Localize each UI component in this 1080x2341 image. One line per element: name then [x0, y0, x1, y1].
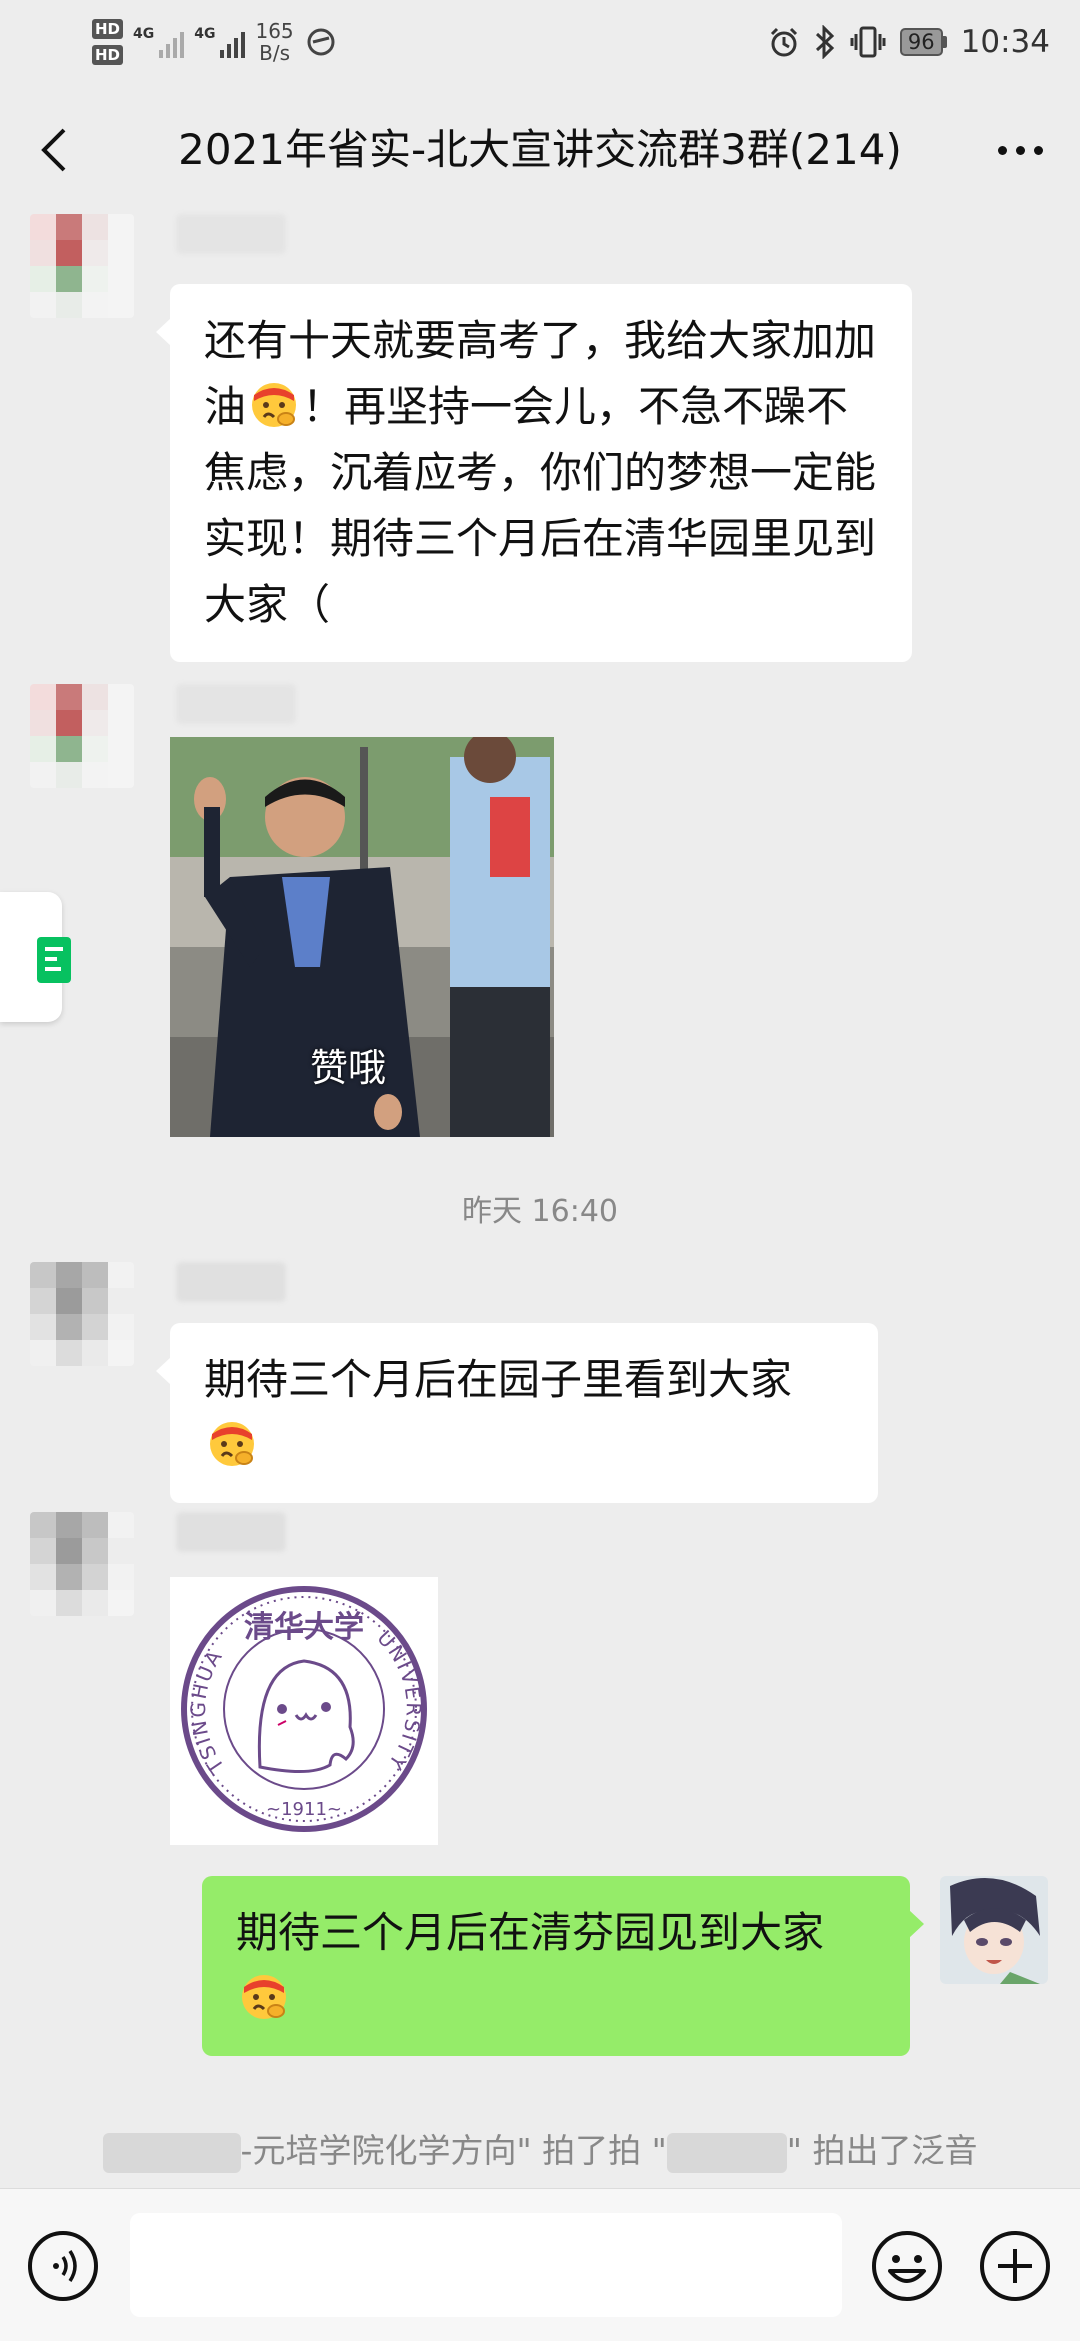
avatar[interactable] [30, 214, 134, 318]
message-text: 期待三个月后在园子里看到大家 [204, 1355, 793, 1404]
sticker-caption: 赞哦 [310, 1046, 387, 1090]
system-notice: -元培学院化学方向" 拍了拍 " " 拍出了泛音 [0, 2124, 1080, 2173]
signal-icon-2: 4G [194, 26, 246, 58]
blurred-name [102, 2132, 241, 2173]
hd-badge-2: HD [92, 45, 124, 65]
network-type-1: 4G [133, 26, 155, 42]
status-right: 96 10:34 [768, 18, 1050, 66]
speed-value: 165 [255, 19, 294, 43]
university-seal-icon: 清华大学 TSINGHUA UNIVERSITY ~1911~ [181, 1586, 427, 1832]
network-speed: 165 B/s [255, 20, 293, 64]
sender-name-blurred [176, 1262, 286, 1302]
hd-badge-1: HD [92, 19, 124, 39]
sender-name-blurred [176, 214, 286, 254]
speed-unit: B/s [259, 41, 291, 65]
sender-name-blurred [176, 684, 296, 724]
voice-input-button[interactable] [28, 2231, 98, 2301]
seal-year-text: ~1911~ [266, 1799, 342, 1820]
sticker-image[interactable]: 赞哦 [170, 737, 554, 1137]
network-type-2: 4G [194, 26, 216, 42]
voice-icon [53, 2250, 77, 2282]
seal-top-text: 清华大学 [244, 1610, 364, 1645]
chat-title: 2021年省实-北大宣讲交流群3群(214) [178, 125, 902, 174]
message-bubble[interactable]: 还有十天就要高考了，我给大家加加油 ！再坚持一会儿，不急不躁不焦虑，沉着应考，你… [156, 284, 912, 662]
fighting-face-emoji-icon [242, 1975, 286, 2019]
tsinghua-seal-sticker[interactable]: 清华大学 TSINGHUA UNIVERSITY ~1911~ [170, 1577, 438, 1845]
signal-icon-1: 4G [133, 26, 185, 58]
emoji-icon[interactable] [870, 2229, 944, 2303]
input-bar [0, 2188, 1080, 2341]
chat-timestamp: 昨天 16:40 [462, 1194, 618, 1229]
document-icon[interactable] [37, 937, 71, 983]
status-left: HD HD 4G 4G 165 B/s [92, 14, 338, 70]
blurred-name [666, 2132, 787, 2173]
more-options-icon[interactable] [990, 122, 1050, 178]
fighting-face-emoji-icon [210, 1422, 254, 1466]
sender-name-blurred [176, 1512, 286, 1552]
alarm-icon [770, 27, 797, 57]
chat-header: 2021年省实-北大宣讲交流群3群(214) [0, 100, 1080, 200]
plus-icon[interactable] [978, 2229, 1052, 2303]
avatar[interactable] [30, 684, 134, 788]
message-bubble[interactable]: 期待三个月后在园子里看到大家 [156, 1323, 878, 1503]
message-text-cont: ！再坚持一会儿，不急不躁不焦虑，沉着应考，你们的梦想一定能实现！期待三个月后在清… [204, 382, 877, 629]
vibrate-icon [850, 26, 886, 58]
message-text: 期待三个月后在清芬园见到大家 [236, 1908, 825, 1957]
vpn-icon [307, 28, 335, 56]
message-input[interactable] [130, 2213, 842, 2317]
battery-level: 96 [899, 28, 943, 56]
avatar[interactable] [30, 1512, 134, 1616]
back-arrow-icon[interactable] [30, 122, 86, 178]
fighting-face-emoji-icon [252, 383, 297, 427]
self-avatar[interactable] [940, 1876, 1048, 1984]
avatar[interactable] [30, 1262, 134, 1366]
clock: 10:34 [960, 24, 1050, 60]
battery-icon: 96 [899, 28, 947, 56]
hd-indicators: HD HD [92, 19, 124, 65]
notice-text-2: " 拍出了泛音 [786, 2131, 978, 2170]
self-message-bubble[interactable]: 期待三个月后在清芬园见到大家 [202, 1876, 924, 2056]
notice-text-1: -元培学院化学方向" 拍了拍 " [240, 2131, 667, 2170]
bluetooth-icon [815, 25, 835, 59]
status-bar: HD HD 4G 4G 165 B/s 96 10:34 [0, 0, 1080, 84]
